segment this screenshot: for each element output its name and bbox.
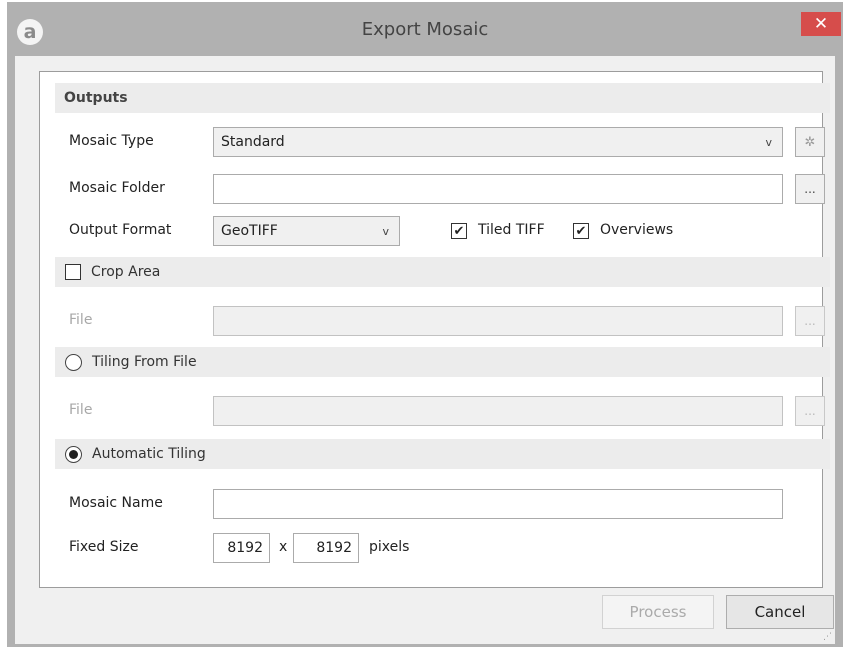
mosaic-type-label: Mosaic Type: [69, 133, 154, 149]
automatic-tiling-section-header: Automatic Tiling: [55, 439, 830, 469]
tiling-from-file-label: Tiling From File: [92, 354, 197, 370]
mosaic-type-select[interactable]: Standard v: [213, 127, 783, 157]
tiled-tiff-label: Tiled TIFF: [478, 222, 545, 238]
output-format-value: GeoTIFF: [221, 223, 278, 239]
title-bar: a Export Mosaic ✕: [7, 2, 843, 57]
crop-area-checkbox[interactable]: [65, 264, 81, 280]
tiling-from-file-radio[interactable]: [65, 353, 82, 371]
cancel-button[interactable]: Cancel: [726, 595, 834, 629]
radio-selected-dot: [69, 449, 78, 459]
process-button[interactable]: Process: [602, 595, 714, 629]
chevron-down-icon: v: [765, 136, 772, 149]
settings-panel: Outputs Mosaic Type Standard v ✲ Mosaic …: [39, 71, 830, 588]
window-title: Export Mosaic: [361, 19, 489, 40]
chevron-down-icon: v: [382, 225, 389, 238]
outputs-section-header: Outputs: [55, 83, 830, 113]
tiling-from-file-section-header: Tiling From File: [55, 347, 830, 377]
close-button[interactable]: ✕: [801, 12, 841, 36]
mosaic-folder-browse-button[interactable]: ...: [795, 174, 825, 204]
mosaic-folder-label: Mosaic Folder: [69, 180, 165, 196]
tiled-tiff-checkbox[interactable]: ✔: [451, 223, 467, 239]
overviews-checkbox[interactable]: ✔: [573, 223, 589, 239]
tiling-file-label: File: [69, 402, 93, 418]
mosaic-folder-input[interactable]: [213, 174, 783, 204]
resize-grip-icon[interactable]: ⋰: [823, 632, 833, 642]
automatic-tiling-radio[interactable]: [65, 445, 82, 463]
fixed-size-width-input[interactable]: 8192: [213, 533, 270, 563]
fixed-size-times-label: x: [279, 539, 288, 555]
tiling-file-browse-button[interactable]: ...: [795, 396, 825, 426]
fixed-size-height-input[interactable]: 8192: [293, 533, 359, 563]
mosaic-type-value: Standard: [221, 134, 285, 150]
mosaic-name-label: Mosaic Name: [69, 495, 163, 511]
fixed-size-label: Fixed Size: [69, 539, 139, 555]
tiling-file-input[interactable]: [213, 396, 783, 426]
mosaic-type-settings-button[interactable]: ✲: [795, 127, 825, 157]
overviews-label: Overviews: [600, 222, 674, 238]
crop-area-section-header: Crop Area: [55, 257, 830, 287]
output-format-label: Output Format: [69, 222, 172, 238]
dialog-content: Outputs Mosaic Type Standard v ✲ Mosaic …: [15, 56, 835, 644]
crop-area-browse-button[interactable]: ...: [795, 306, 825, 336]
fixed-size-unit-label: pixels: [369, 539, 410, 555]
crop-area-file-label: File: [69, 312, 93, 328]
export-mosaic-window: a Export Mosaic ✕ Outputs Mosaic Type St…: [7, 2, 843, 647]
crop-area-label: Crop Area: [91, 264, 161, 280]
gear-icon: ✲: [804, 134, 816, 150]
automatic-tiling-label: Automatic Tiling: [92, 446, 206, 462]
output-format-select[interactable]: GeoTIFF v: [213, 216, 400, 246]
mosaic-name-input[interactable]: [213, 489, 783, 519]
crop-area-file-input[interactable]: [213, 306, 783, 336]
